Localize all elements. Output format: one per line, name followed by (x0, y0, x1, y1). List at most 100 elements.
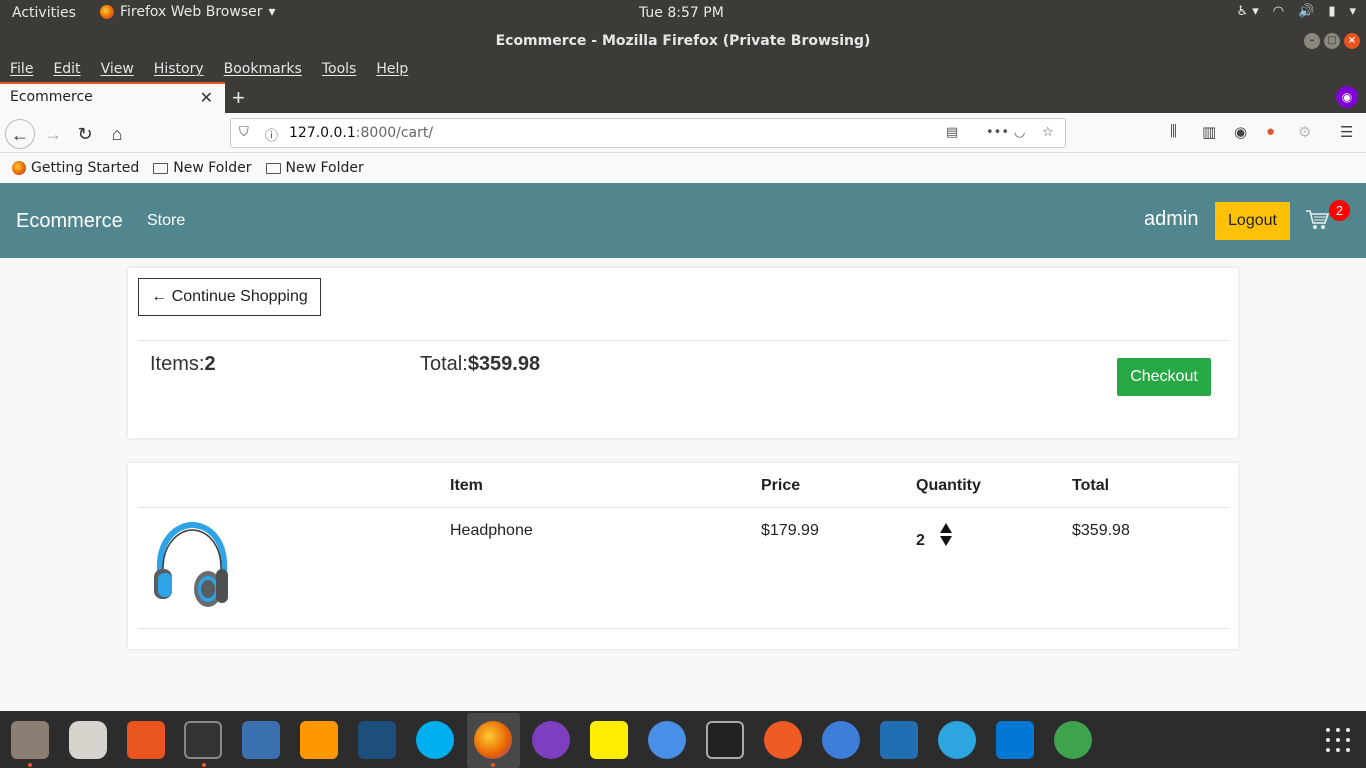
battery-icon: ▮ (1328, 4, 1336, 19)
account-icon[interactable]: ◉ (1234, 123, 1247, 141)
cart-icon[interactable] (1305, 209, 1329, 231)
cart-items: Item Price Quantity Total Headphone $179… (128, 463, 1238, 649)
menu-help[interactable]: Help (376, 61, 408, 77)
rocket-app-icon[interactable] (1054, 721, 1092, 759)
clock[interactable]: Tue 8:57 PM (639, 5, 724, 21)
notes-icon[interactable] (590, 721, 628, 759)
column-header-price: Price (761, 477, 801, 494)
column-header-item: Item (450, 477, 483, 494)
mysql-workbench-icon[interactable] (358, 721, 396, 759)
extension-icon[interactable]: ⚙ (1298, 123, 1311, 141)
arrow-up-icon[interactable] (940, 523, 952, 533)
sublime-text-icon[interactable] (300, 721, 338, 759)
sidebar-icon[interactable]: ▥ (1202, 123, 1216, 141)
skype-icon[interactable] (416, 721, 454, 759)
window-titlebar: Ecommerce - Mozilla Firefox (Private Bro… (0, 27, 1366, 55)
url-host: 127.0.0.1 (289, 125, 356, 141)
show-applications-icon[interactable] (1325, 727, 1351, 753)
running-indicator (491, 763, 495, 767)
library-icon[interactable]: ⫼ (1170, 123, 1177, 140)
bookmark-folder-1[interactable]: New Folder (153, 160, 252, 176)
qbittorrent-icon[interactable] (822, 721, 860, 759)
hamburger-menu-icon[interactable]: ☰ (1340, 123, 1353, 141)
app-menu[interactable]: Firefox Web Browser ▾ (100, 4, 276, 20)
maximize-button[interactable]: □ (1324, 33, 1340, 49)
menu-bookmarks[interactable]: Bookmarks (224, 61, 302, 77)
menu-edit[interactable]: Edit (53, 61, 80, 77)
logout-button[interactable]: Logout (1215, 202, 1290, 240)
chromium-icon[interactable] (648, 721, 686, 759)
vscode-icon[interactable] (996, 721, 1034, 759)
firefox-icon (100, 5, 114, 19)
wifi-icon: ◠ (1272, 4, 1285, 19)
system-top-bar: Activities Firefox Web Browser ▾ Tue 8:5… (0, 0, 1366, 27)
close-tab-icon[interactable]: ✕ (200, 88, 213, 107)
system-monitor-icon[interactable] (706, 721, 744, 759)
menu-history[interactable]: History (154, 61, 204, 77)
tab-strip: Ecommerce ✕ + ◉ (0, 82, 1366, 113)
folder-icon (265, 162, 281, 174)
store-link[interactable]: Store (147, 212, 185, 230)
cell-item: Headphone (450, 522, 533, 539)
activities-button[interactable]: Activities (12, 5, 76, 21)
bookmark-getting-started[interactable]: Getting Started (12, 160, 139, 176)
arrow-down-icon[interactable] (940, 536, 952, 546)
files-icon[interactable] (11, 721, 49, 759)
shield-icon[interactable]: ⛉ (239, 125, 249, 140)
url-bar[interactable]: ⛉ ⓘ 127.0.0.1:8000/cart/ ▤ ••• ◡ ☆ (230, 118, 1066, 148)
navigation-toolbar: ← → ↻ ⌂ ⛉ ⓘ 127.0.0.1:8000/cart/ ▤ ••• ◡… (0, 113, 1366, 153)
telegram-icon[interactable] (938, 721, 976, 759)
home-button[interactable]: ⌂ (102, 119, 132, 149)
bookmarks-toolbar: Getting Started New Folder New Folder (0, 153, 1366, 183)
running-indicator (202, 763, 206, 767)
accessibility-icon[interactable]: ♿ ▾ (1236, 4, 1258, 19)
duckduckgo-extension-icon[interactable]: ● (1266, 123, 1275, 140)
reload-button[interactable]: ↻ (70, 119, 100, 149)
tab-title: Ecommerce (10, 89, 93, 105)
network-icon[interactable] (242, 721, 280, 759)
total-label: Total: (420, 353, 468, 375)
username: admin (1144, 208, 1199, 230)
bookmark-label: New Folder (173, 160, 252, 176)
site-navbar: Ecommerce Store admin Logout 2 (0, 183, 1366, 258)
bookmark-star-icon[interactable]: ☆ (1042, 125, 1054, 140)
postman-icon[interactable] (764, 721, 802, 759)
running-indicator (28, 763, 32, 767)
screenshot-icon[interactable] (880, 721, 918, 759)
site-brand[interactable]: Ecommerce (16, 210, 123, 233)
checkout-button[interactable]: Checkout (1117, 358, 1211, 396)
tor-browser-icon[interactable] (532, 721, 570, 759)
menu-file[interactable]: File (10, 61, 33, 77)
tab-ecommerce[interactable]: Ecommerce ✕ (0, 82, 225, 113)
info-icon[interactable]: ⓘ (265, 125, 278, 144)
system-tray[interactable]: ♿ ▾ ◠ 🔊 ▮ ▾ (1236, 4, 1356, 19)
column-header-total: Total (1072, 477, 1110, 494)
firefox-icon[interactable] (474, 721, 512, 759)
minimize-button[interactable]: – (1304, 33, 1320, 49)
cart-count-badge: 2 (1329, 200, 1350, 221)
bookmark-folder-2[interactable]: New Folder (265, 160, 364, 176)
close-window-button[interactable]: × (1344, 33, 1360, 49)
divider (138, 628, 1228, 629)
menu-tools[interactable]: Tools (322, 61, 357, 77)
items-label: Items: (150, 353, 205, 375)
dock (0, 711, 1366, 768)
page-actions-icon[interactable]: ••• (986, 125, 1009, 140)
back-button[interactable]: ← (5, 119, 35, 149)
menu-view[interactable]: View (101, 61, 134, 77)
terminal-icon[interactable] (184, 721, 222, 759)
pocket-icon[interactable]: ◡ (1014, 125, 1025, 140)
reader-view-icon[interactable]: ▤ (946, 125, 958, 140)
bookmark-label: New Folder (285, 160, 364, 176)
continue-shopping-button[interactable]: ← Continue Shopping (138, 278, 321, 316)
firefox-icon (12, 161, 26, 175)
forward-button[interactable]: → (38, 119, 68, 149)
divider (138, 340, 1228, 341)
column-header-quantity: Quantity (916, 477, 981, 494)
app-menu-label: Firefox Web Browser (120, 4, 263, 20)
software-center-icon[interactable] (127, 721, 165, 759)
new-tab-button[interactable]: + (232, 85, 245, 111)
cell-price: $179.99 (761, 522, 819, 539)
rhythmbox-icon[interactable] (69, 721, 107, 759)
total-summary: Total:$359.98 (420, 353, 540, 376)
